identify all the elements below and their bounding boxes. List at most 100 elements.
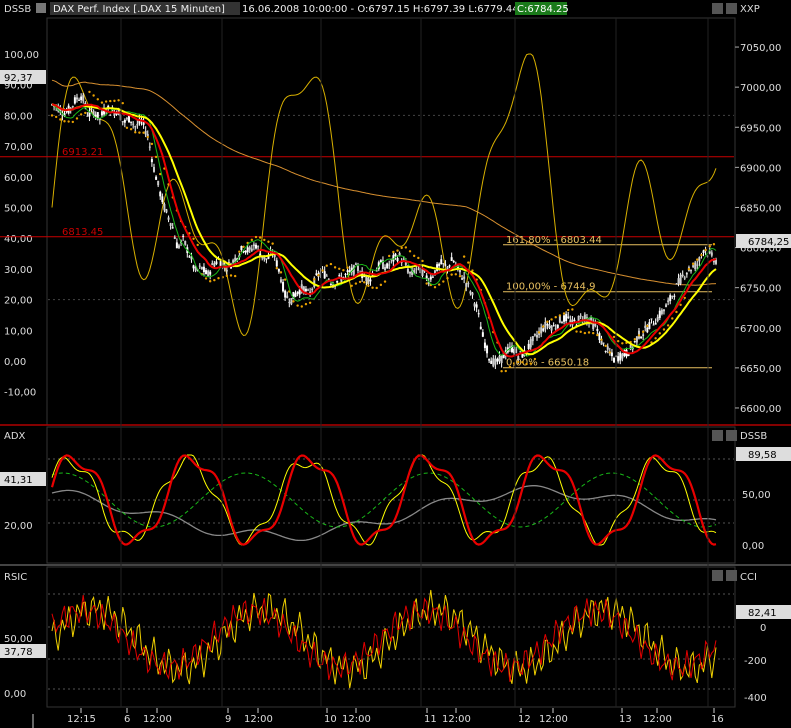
candle-body xyxy=(488,359,491,361)
title-bar: DSSB DAX Perf. Index [.DAX 15 Minuten] 1… xyxy=(0,0,791,18)
candle-body xyxy=(554,328,557,330)
candle-body xyxy=(604,350,607,352)
instrument-title: DAX Perf. Index [.DAX 15 Minuten] xyxy=(53,4,225,15)
candle-body xyxy=(438,263,441,267)
window-menu-icon[interactable] xyxy=(712,3,723,14)
rsic-header: RSIC CCI xyxy=(4,570,757,583)
psar-dot xyxy=(375,286,378,290)
candle-body xyxy=(444,264,447,266)
price-right-tick: 6900,00 xyxy=(740,163,781,174)
candle-body xyxy=(225,269,228,272)
candle-body xyxy=(473,303,476,307)
psar-dot xyxy=(654,337,657,340)
candle-body xyxy=(125,118,128,120)
psar-dot xyxy=(704,248,707,252)
x-tick-label: 12:00 xyxy=(643,714,672,725)
psar-dot xyxy=(346,266,349,269)
candle-body xyxy=(648,322,651,329)
price-left-current-tag: 92,37 xyxy=(0,70,46,84)
candle-body xyxy=(78,99,81,101)
candle-body xyxy=(265,258,268,260)
candle-body xyxy=(529,339,532,348)
chart-icon[interactable] xyxy=(36,3,46,13)
psar-dot xyxy=(100,101,104,104)
psar-dot xyxy=(400,246,403,250)
price-left-tick: 0,00 xyxy=(4,357,26,368)
psar-dot xyxy=(454,273,458,276)
candle-body xyxy=(452,261,455,263)
psar-dot xyxy=(517,360,520,364)
rsic-menu-icon[interactable] xyxy=(712,570,723,581)
candle-body xyxy=(533,334,536,336)
candle-body xyxy=(531,336,534,342)
psar-dot xyxy=(383,280,387,283)
adx-panel-frame[interactable] xyxy=(46,426,736,564)
candle-body xyxy=(394,253,397,257)
candle-body xyxy=(304,288,307,292)
adx-left-axis-title: ADX xyxy=(4,431,26,442)
candle-body xyxy=(75,97,78,100)
candle-body xyxy=(690,269,693,272)
psar-dot xyxy=(637,334,641,337)
psar-dot xyxy=(662,328,666,331)
psar-dot xyxy=(292,300,295,303)
candle-body xyxy=(100,111,103,116)
psar-dot xyxy=(521,361,524,364)
candle-body xyxy=(467,283,470,285)
psar-dot xyxy=(79,113,83,116)
candle-body xyxy=(148,146,151,148)
candle-body xyxy=(694,262,697,270)
price-right-tick: 6600,00 xyxy=(740,404,781,415)
psar-dot xyxy=(616,339,620,343)
psar-dot xyxy=(263,238,266,242)
candle-body xyxy=(415,268,418,270)
candle-body xyxy=(677,278,680,285)
psar-dot xyxy=(641,330,645,334)
price-panel-frame[interactable] xyxy=(46,17,736,426)
psar-dot xyxy=(150,142,154,146)
price-left-axis-title: DSSB xyxy=(4,4,31,15)
price-left-tick: -10,00 xyxy=(4,388,36,399)
candle-body xyxy=(698,257,701,262)
candle-body xyxy=(307,289,310,291)
candle-body xyxy=(598,333,601,341)
candle-body xyxy=(479,326,482,330)
candle-body xyxy=(336,280,339,283)
candle-body xyxy=(369,279,372,282)
psar-dot xyxy=(446,277,449,280)
price-grid xyxy=(48,114,734,301)
psar-dot xyxy=(71,120,75,124)
candle-body xyxy=(248,247,251,250)
psar-dot xyxy=(50,114,54,117)
price-left-ticks: 100,0090,0080,0070,0060,0050,0040,0030,0… xyxy=(4,50,39,399)
psar-dot xyxy=(554,316,557,319)
adx-close-icon[interactable] xyxy=(726,430,737,441)
candle-body xyxy=(346,270,349,272)
psar-dot xyxy=(587,331,591,334)
candle-body xyxy=(219,261,222,266)
svg-text:41,31: 41,31 xyxy=(4,475,33,486)
candle-body xyxy=(517,356,520,361)
candle-body xyxy=(279,279,282,283)
close-icon[interactable] xyxy=(726,3,737,14)
candle-body xyxy=(240,245,243,250)
x-tick-label: 12:00 xyxy=(244,714,273,725)
adx-menu-icon[interactable] xyxy=(712,430,723,441)
psar-dot xyxy=(646,324,649,328)
psar-dot xyxy=(104,100,108,103)
candle-body xyxy=(483,342,486,349)
candle-body xyxy=(461,278,464,280)
psar-dot xyxy=(583,331,587,335)
price-left-tick: 10,00 xyxy=(4,326,33,337)
candle-body xyxy=(594,323,597,327)
psar-dot xyxy=(404,246,408,249)
psar-dot xyxy=(325,264,328,267)
resistance-label: 6913.21 xyxy=(62,147,103,158)
candle-body xyxy=(152,167,155,172)
candle-body xyxy=(134,126,137,128)
rsic-close-icon[interactable] xyxy=(726,570,737,581)
candle-body xyxy=(167,217,170,220)
price-right-axis-title: XXP xyxy=(740,4,760,15)
psar-dot xyxy=(321,269,324,272)
psar-dot xyxy=(279,271,283,274)
